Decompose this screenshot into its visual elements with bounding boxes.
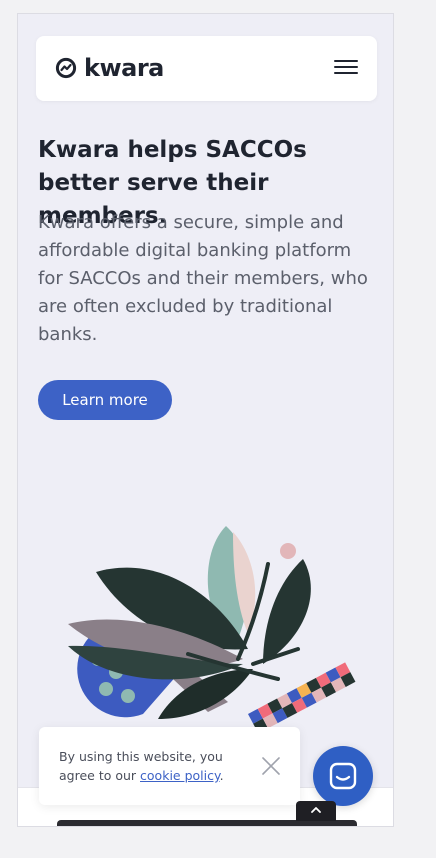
brand-name: kwara — [84, 54, 164, 82]
cookie-banner: By using this website, you agree to our … — [39, 727, 300, 805]
kwara-logo[interactable]: kwara — [55, 56, 164, 80]
cookie-text-end: . — [219, 768, 224, 783]
cookie-message: By using this website, you agree to our … — [59, 747, 244, 785]
moon-shape — [139, 508, 180, 565]
menu-line — [334, 66, 358, 68]
cookie-policy-link[interactable]: cookie policy — [140, 768, 220, 783]
leaves-moon-illustration — [68, 508, 356, 734]
dot-shape — [280, 543, 296, 559]
hero-description: Kwara offers a secure, simple and afford… — [38, 212, 368, 345]
chat-icon — [329, 762, 357, 790]
checker-strip-shape — [248, 662, 356, 734]
site-header: kwara — [36, 36, 377, 101]
menu-line — [334, 60, 358, 62]
bottom-bar — [57, 820, 357, 826]
close-icon[interactable] — [261, 756, 281, 776]
learn-more-button[interactable]: Learn more — [38, 380, 172, 420]
chevron-up-icon — [311, 807, 321, 813]
hamburger-menu-icon[interactable] — [334, 58, 358, 76]
chat-button[interactable] — [313, 746, 373, 806]
kwara-logo-mark-icon — [55, 57, 77, 79]
menu-line — [334, 72, 358, 74]
page-viewport: kwara Kwara helps SACCOs better serve th… — [17, 13, 394, 827]
scroll-to-top-button[interactable] — [296, 801, 336, 821]
dark-leaf-shape — [263, 559, 311, 664]
